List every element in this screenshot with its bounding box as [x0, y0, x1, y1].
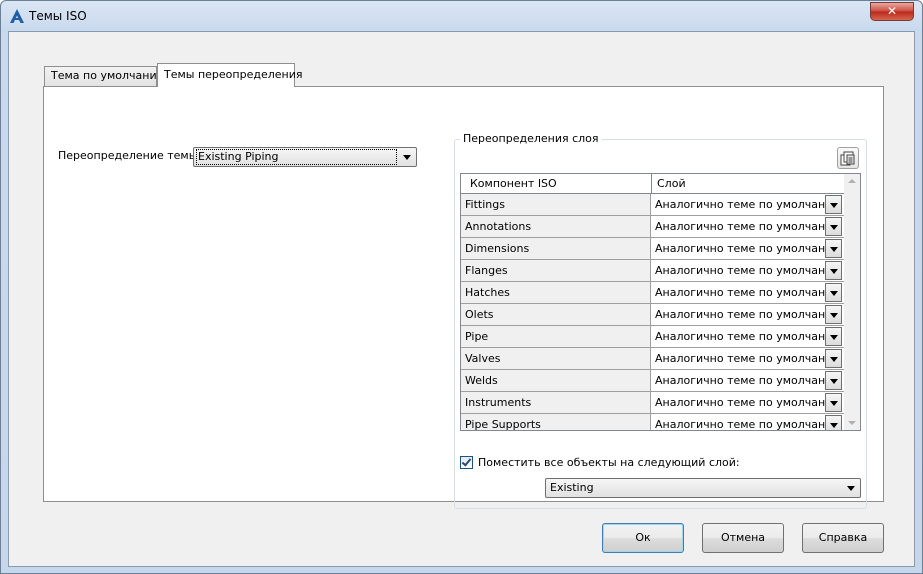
close-button[interactable]: ✕ [870, 2, 914, 21]
layer-cell[interactable]: Аналогично теме по умолчанию [652, 194, 845, 215]
tab-default-theme[interactable]: Тема по умолчанию [44, 66, 166, 86]
layer-dropdown-button[interactable] [825, 283, 842, 302]
column-separator[interactable] [651, 174, 652, 194]
target-layer-select[interactable]: Existing [545, 478, 861, 498]
iso-component-cell[interactable]: Olets [461, 304, 651, 325]
title-bar: Темы ISO ✕ [1, 1, 922, 31]
layer-cell[interactable]: Аналогично теме по умолчанию [652, 260, 845, 281]
layer-dropdown-button[interactable] [825, 371, 842, 390]
chevron-down-icon [830, 401, 838, 406]
close-icon: ✕ [886, 4, 898, 18]
ok-button[interactable]: Ок [602, 523, 684, 553]
tab-override-themes[interactable]: Темы переопределения [157, 63, 302, 87]
table-row[interactable]: Pipe Supports Аналогично теме по умолчани… [461, 414, 845, 430]
chevron-down-icon [403, 155, 411, 160]
layer-cell[interactable]: Аналогично теме по умолчанию [652, 304, 845, 325]
iso-component-cell[interactable]: Flanges [461, 260, 651, 281]
scroll-up-icon[interactable] [848, 179, 856, 183]
layer-dropdown-button[interactable] [825, 349, 842, 368]
layer-properties-icon [840, 151, 855, 166]
theme-override-value: Existing Piping [196, 149, 397, 165]
layer-dropdown-button[interactable] [825, 261, 842, 280]
table-row[interactable]: Olets Аналогично теме по умолчанию [461, 304, 845, 326]
table-row[interactable]: Hatches Аналогично теме по умолчанию [461, 282, 845, 304]
layer-cell[interactable]: Аналогично теме по умолчанию [652, 216, 845, 237]
layer-cell[interactable]: Аналогично теме по умолчанию [652, 238, 845, 259]
layer-dropdown-button[interactable] [825, 415, 842, 430]
column-header-iso-component[interactable]: Компонент ISO [470, 174, 557, 194]
target-layer-value: Existing [550, 481, 594, 494]
table-row[interactable]: Welds Аналогично теме по умолчанию [461, 370, 845, 392]
iso-component-cell[interactable]: Dimensions [461, 238, 651, 259]
layer-cell[interactable]: Аналогично теме по умолчанию [652, 392, 845, 413]
layer-overrides-title: Переопределения слоя [460, 132, 602, 145]
iso-component-cell[interactable]: Pipe [461, 326, 651, 347]
table-row[interactable]: Dimensions Аналогично теме по умолчанию [461, 238, 845, 260]
chevron-down-icon [830, 335, 838, 340]
chevron-down-icon [830, 247, 838, 252]
chevron-down-icon [830, 313, 838, 318]
layer-dropdown-button[interactable] [825, 305, 842, 324]
chevron-down-icon [830, 225, 838, 230]
ok-button-label: Ок [635, 531, 651, 544]
layer-cell[interactable]: Аналогично теме по умолчанию [652, 370, 845, 391]
layer-cell[interactable]: Аналогично теме по умолчанию [652, 282, 845, 303]
help-button-label: Справка [818, 531, 868, 544]
table-row[interactable]: Annotations Аналогично теме по умолчанию [461, 216, 845, 238]
scroll-down-icon[interactable] [848, 421, 856, 425]
layer-overrides-group: Переопределения слоя Компонент ISO Слой … [454, 132, 867, 509]
layer-dropdown-button[interactable] [825, 217, 842, 236]
tab-label: Тема по умолчанию [51, 69, 166, 82]
checkmark-icon [461, 456, 472, 467]
table-row[interactable]: Pipe Аналогично теме по умолчанию [461, 326, 845, 348]
chevron-down-icon [830, 379, 838, 384]
iso-component-cell[interactable]: Pipe Supports [461, 414, 651, 430]
table-row[interactable]: Fittings Аналогично теме по умолчанию [461, 194, 845, 216]
iso-component-cell[interactable]: Annotations [461, 216, 651, 237]
layer-dropdown-button[interactable] [825, 393, 842, 412]
iso-component-cell[interactable]: Welds [461, 370, 651, 391]
layer-dropdown-button[interactable] [825, 239, 842, 258]
grid-vertical-scrollbar[interactable] [844, 174, 860, 430]
chevron-down-icon [847, 486, 855, 491]
table-row[interactable]: Instruments Аналогично теме по умолчанию [461, 392, 845, 414]
theme-override-select[interactable]: Existing Piping [193, 147, 417, 167]
dialog-body: Тема по умолчанию Темы переопределения П… [8, 31, 915, 567]
window-title: Темы ISO [29, 9, 87, 23]
grid-header: Компонент ISO Слой [461, 174, 845, 194]
tab-label: Темы переопределения [164, 68, 303, 81]
chevron-down-icon [830, 291, 838, 296]
theme-override-label: Переопределение темы: [58, 149, 202, 162]
chevron-down-icon [830, 269, 838, 274]
layer-dropdown-button[interactable] [825, 195, 842, 214]
app-logo-icon [10, 9, 24, 23]
layer-dropdown-button[interactable] [825, 327, 842, 346]
table-row[interactable]: Valves Аналогично теме по умолчанию [461, 348, 845, 370]
iso-themes-dialog: Темы ISO ✕ Тема по умолчанию Темы переоп… [0, 0, 923, 574]
table-row[interactable]: Flanges Аналогично теме по умолчанию [461, 260, 845, 282]
layer-overrides-grid: Компонент ISO Слой Fittings Аналогично те… [460, 173, 861, 431]
column-header-layer[interactable]: Слой [657, 174, 686, 194]
cancel-button[interactable]: Отмена [702, 523, 784, 553]
layer-cell[interactable]: Аналогично теме по умолчанию [652, 414, 845, 430]
help-button[interactable]: Справка [802, 523, 884, 553]
override-themes-panel: Переопределение темы: Existing Piping Пе… [43, 86, 884, 509]
layer-cell[interactable]: Аналогично теме по умолчанию [652, 326, 845, 347]
layer-properties-button[interactable] [837, 147, 859, 169]
chevron-down-icon [830, 203, 838, 208]
iso-component-cell[interactable]: Instruments [461, 392, 651, 413]
iso-component-cell[interactable]: Fittings [461, 194, 651, 215]
place-all-label[interactable]: Поместить все объекты на следующий слой: [478, 456, 740, 469]
iso-component-cell[interactable]: Valves [461, 348, 651, 369]
chevron-down-icon [830, 357, 838, 362]
chevron-down-icon [830, 423, 838, 428]
layer-cell[interactable]: Аналогично теме по умолчанию [652, 348, 845, 369]
iso-component-cell[interactable]: Hatches [461, 282, 651, 303]
cancel-button-label: Отмена [720, 531, 766, 544]
place-all-checkbox[interactable] [460, 456, 473, 469]
